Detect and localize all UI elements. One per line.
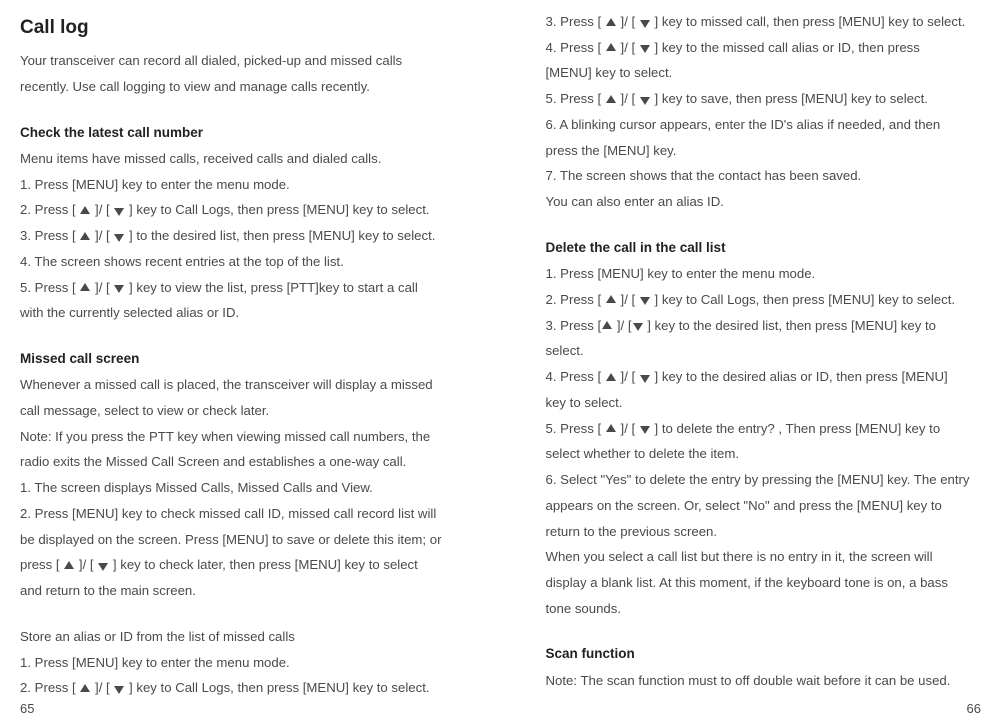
- body-text: 1. The screen displays Missed Calls, Mis…: [20, 475, 456, 501]
- body-text: 5. Press [ ]/ [ ] to delete the entry? ,…: [546, 416, 982, 442]
- up-arrow-icon: [606, 373, 616, 381]
- body-text: Menu items have missed calls, received c…: [20, 146, 456, 172]
- body-text: 3. Press [ ]/ [ ] to the desired list, t…: [20, 223, 456, 249]
- up-arrow-icon: [606, 95, 616, 103]
- body-text: 5. Press [ ]/ [ ] key to view the list, …: [20, 275, 456, 301]
- body-text: call message, select to view or check la…: [20, 398, 456, 424]
- body-text: When you select a call list but there is…: [546, 544, 982, 570]
- up-arrow-icon: [606, 295, 616, 303]
- body-text: select.: [546, 338, 982, 364]
- up-arrow-icon: [80, 206, 90, 214]
- body-text: key to select.: [546, 390, 982, 416]
- body-text: 2. Press [MENU] key to check missed call…: [20, 501, 456, 527]
- page-number-right: 66: [967, 701, 981, 716]
- up-arrow-icon: [80, 684, 90, 692]
- body-text: return to the previous screen.: [546, 519, 982, 545]
- body-text: Whenever a missed call is placed, the tr…: [20, 372, 456, 398]
- down-arrow-icon: [633, 323, 643, 331]
- body-text: with the currently selected alias or ID.: [20, 300, 456, 326]
- body-text: Your transceiver can record all dialed, …: [20, 48, 456, 74]
- body-text: press the [MENU] key.: [546, 138, 982, 164]
- body-text: appears on the screen. Or, select "No" a…: [546, 493, 982, 519]
- body-text: Note: The scan function must to off doub…: [546, 668, 982, 694]
- up-arrow-icon: [64, 561, 74, 569]
- body-text: 6. A blinking cursor appears, enter the …: [546, 112, 982, 138]
- up-arrow-icon: [606, 43, 616, 51]
- page-number-left: 65: [20, 701, 34, 716]
- down-arrow-icon: [640, 375, 650, 383]
- up-arrow-icon: [606, 424, 616, 432]
- body-text: recently. Use call logging to view and m…: [20, 74, 456, 100]
- body-text: [MENU] key to select.: [546, 60, 982, 86]
- body-text: 4. Press [ ]/ [ ] key to the missed call…: [546, 35, 982, 61]
- right-column: 3. Press [ ]/ [ ] key to missed call, th…: [546, 9, 982, 701]
- down-arrow-icon: [98, 563, 108, 571]
- down-arrow-icon: [640, 20, 650, 28]
- up-arrow-icon: [80, 283, 90, 291]
- body-text: tone sounds.: [546, 596, 982, 622]
- down-arrow-icon: [114, 285, 124, 293]
- body-text: 2. Press [ ]/ [ ] key to Call Logs, then…: [20, 197, 456, 223]
- body-text: Note: If you press the PTT key when view…: [20, 424, 456, 450]
- body-text: 1. Press [MENU] key to enter the menu mo…: [20, 172, 456, 198]
- heading-check-latest: Check the latest call number: [20, 120, 456, 146]
- heading-call-log: Call log: [20, 9, 456, 46]
- left-column: Call log Your transceiver can record all…: [20, 9, 456, 701]
- body-text: You can also enter an alias ID.: [546, 189, 982, 215]
- down-arrow-icon: [640, 45, 650, 53]
- body-text: select whether to delete the item.: [546, 441, 982, 467]
- body-text: 3. Press [ ]/ [ ] key to the desired lis…: [546, 313, 982, 339]
- body-text: 1. Press [MENU] key to enter the menu mo…: [20, 650, 456, 676]
- body-text: and return to the main screen.: [20, 578, 456, 604]
- body-text: 5. Press [ ]/ [ ] key to save, then pres…: [546, 86, 982, 112]
- heading-scan-function: Scan function: [546, 641, 982, 667]
- body-text: 2. Press [ ]/ [ ] key to Call Logs, then…: [20, 675, 456, 701]
- body-text: 1. Press [MENU] key to enter the menu mo…: [546, 261, 982, 287]
- body-text: 2. Press [ ]/ [ ] key to Call Logs, then…: [546, 287, 982, 313]
- heading-missed-call: Missed call screen: [20, 346, 456, 372]
- body-text: 4. Press [ ]/ [ ] key to the desired ali…: [546, 364, 982, 390]
- body-text: press [ ]/ [ ] key to check later, then …: [20, 552, 456, 578]
- up-arrow-icon: [80, 232, 90, 240]
- down-arrow-icon: [114, 208, 124, 216]
- down-arrow-icon: [640, 297, 650, 305]
- heading-delete-call: Delete the call in the call list: [546, 235, 982, 261]
- body-text: Store an alias or ID from the list of mi…: [20, 624, 456, 650]
- down-arrow-icon: [640, 97, 650, 105]
- down-arrow-icon: [640, 426, 650, 434]
- up-arrow-icon: [606, 18, 616, 26]
- down-arrow-icon: [114, 234, 124, 242]
- body-text: display a blank list. At this moment, if…: [546, 570, 982, 596]
- up-arrow-icon: [602, 321, 612, 329]
- body-text: 3. Press [ ]/ [ ] key to missed call, th…: [546, 9, 982, 35]
- down-arrow-icon: [114, 686, 124, 694]
- body-text: 4. The screen shows recent entries at th…: [20, 249, 456, 275]
- body-text: 7. The screen shows that the contact has…: [546, 163, 982, 189]
- body-text: 6. Select "Yes" to delete the entry by p…: [546, 467, 982, 493]
- body-text: radio exits the Missed Call Screen and e…: [20, 449, 456, 475]
- body-text: be displayed on the screen. Press [MENU]…: [20, 527, 456, 553]
